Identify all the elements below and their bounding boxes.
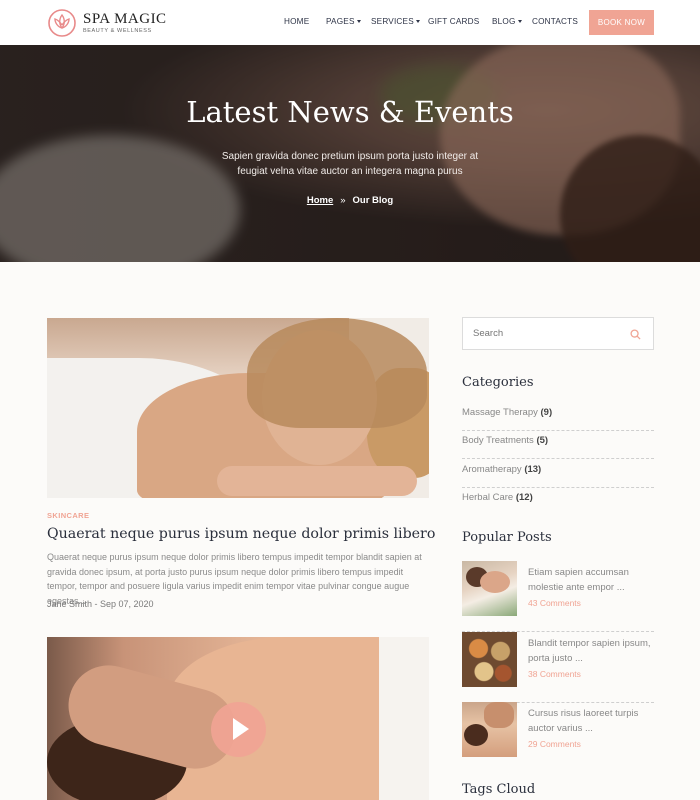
search-box[interactable]: [462, 317, 654, 350]
brand-tagline: BEAUTY & WELLNESS: [83, 28, 152, 34]
category-name: Herbal Care: [462, 492, 514, 503]
page-title: Latest News & Events: [186, 95, 514, 129]
post-video-thumbnail[interactable]: [47, 637, 429, 800]
book-now-button[interactable]: BOOK NOW: [589, 10, 654, 35]
logo[interactable]: SPA MAGIC BEAUTY & WELLNESS: [47, 8, 167, 38]
chevron-down-icon: [356, 20, 361, 24]
nav-gift-cards[interactable]: GIFT CARDS: [428, 17, 479, 26]
post-image[interactable]: [47, 318, 429, 498]
image-sheet: [379, 637, 429, 800]
popular-post[interactable]: Etiam sapien accumsan molestie ante empo…: [462, 561, 654, 632]
category-count: (9): [540, 407, 553, 418]
category-item[interactable]: Aromatherapy (13): [462, 460, 654, 488]
hero-subtitle: Sapien gravida donec pretium ipsum porta…: [0, 149, 700, 179]
category-item[interactable]: Body Treatments (5): [462, 431, 654, 459]
nav-pages[interactable]: PAGES: [326, 17, 361, 26]
popular-post[interactable]: Blandit tempor sapien ipsum, porta justo…: [462, 632, 654, 703]
search-input[interactable]: [473, 328, 623, 339]
post-meta: Jane Smith - Sep 07, 2020: [47, 599, 154, 609]
nav-services[interactable]: SERVICES: [371, 17, 420, 26]
image-arm: [217, 466, 417, 496]
nav-contacts[interactable]: CONTACTS: [532, 17, 578, 26]
hero-subtitle-line1: Sapien gravida donec pretium ipsum porta…: [221, 151, 479, 162]
popular-post-thumbnail[interactable]: [462, 632, 517, 687]
play-icon[interactable]: [211, 702, 266, 757]
category-item[interactable]: Herbal Care (12): [462, 488, 654, 516]
post-title[interactable]: Quaerat neque purus ipsum neque dolor pr…: [47, 526, 435, 542]
chevron-down-icon: [415, 20, 420, 24]
search-icon[interactable]: [630, 329, 641, 340]
popular-post-title[interactable]: Etiam sapien accumsan molestie ante empo…: [528, 566, 656, 595]
post-category[interactable]: SKINCARE: [47, 511, 89, 520]
popular-post[interactable]: Cursus risus laoreet turpis auctor variu…: [462, 702, 654, 773]
category-name: Aromatherapy: [462, 464, 522, 475]
category-name: Massage Therapy: [462, 407, 538, 418]
nav-pages-label: PAGES: [326, 17, 355, 26]
brand-name: SPA MAGIC: [83, 11, 167, 27]
popular-post-thumbnail[interactable]: [462, 702, 517, 757]
breadcrumb-current: Our Blog: [352, 195, 394, 206]
hero-subtitle-line2: feugiat velna vitae auctor an integera m…: [237, 166, 463, 177]
image-hair: [247, 318, 427, 428]
category-count: (5): [536, 435, 549, 446]
thumb-hair: [464, 724, 488, 746]
tags-cloud-heading: Tags Cloud: [462, 782, 536, 797]
breadcrumb: Home » Our Blog: [0, 195, 700, 206]
nav-blog[interactable]: BLOG: [492, 17, 522, 26]
category-name: Body Treatments: [462, 435, 534, 446]
breadcrumb-home[interactable]: Home: [307, 195, 333, 206]
popular-post-comments[interactable]: 38 Comments: [528, 669, 581, 679]
popular-posts-heading: Popular Posts: [462, 530, 552, 545]
category-count: (12): [515, 492, 533, 503]
categories-heading: Categories: [462, 375, 534, 390]
lotus-icon: [48, 9, 76, 37]
site-header: SPA MAGIC BEAUTY & WELLNESS HOME PAGES S…: [0, 0, 700, 45]
category-item[interactable]: Massage Therapy (9): [462, 403, 654, 431]
thumb-hands: [484, 702, 514, 728]
popular-post-comments[interactable]: 43 Comments: [528, 598, 581, 608]
breadcrumb-separator: »: [340, 195, 346, 206]
nav-services-label: SERVICES: [371, 17, 414, 26]
popular-post-title[interactable]: Cursus risus laoreet turpis auctor variu…: [528, 707, 656, 736]
category-count: (13): [524, 464, 542, 475]
nav-blog-label: BLOG: [492, 17, 516, 26]
popular-post-thumbnail[interactable]: [462, 561, 517, 616]
thumb-face: [480, 571, 510, 593]
chevron-down-icon: [517, 20, 522, 24]
popular-post-comments[interactable]: 29 Comments: [528, 739, 581, 749]
nav-home[interactable]: HOME: [284, 17, 309, 26]
popular-post-title[interactable]: Blandit tempor sapien ipsum, porta justo…: [528, 637, 656, 666]
